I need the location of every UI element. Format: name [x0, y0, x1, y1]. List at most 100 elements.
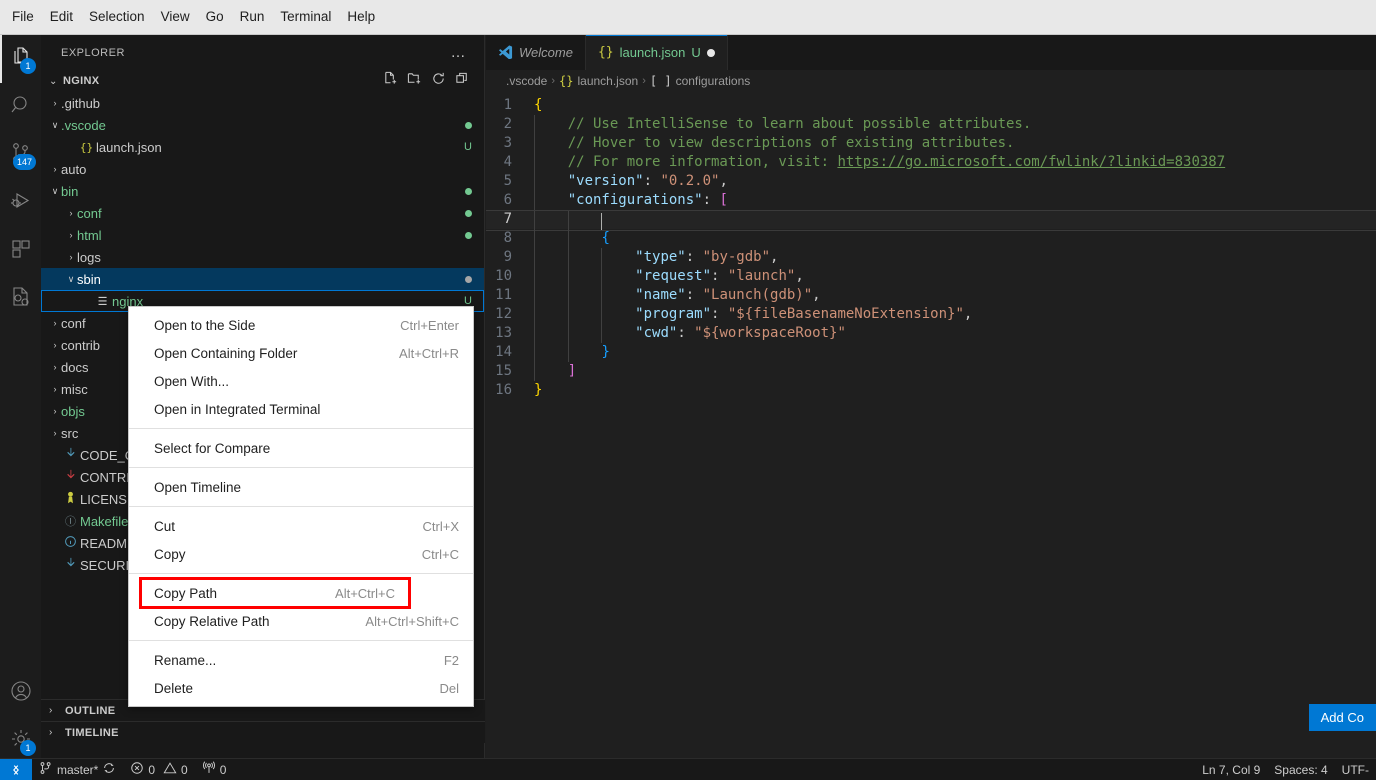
refresh-icon[interactable] [431, 71, 446, 91]
radio-tower-icon [202, 761, 216, 778]
tree-root-header[interactable]: ⌄ NGINX [41, 70, 484, 92]
tree-item--vscode[interactable]: ∨ .vscode [41, 114, 484, 136]
status-git-branch[interactable]: master* [32, 759, 123, 780]
status-cursor-position[interactable]: Ln 7, Col 9 [1195, 759, 1267, 780]
tree-item-git-badge: U [464, 141, 472, 153]
chevron-right-icon[interactable]: › [65, 208, 77, 218]
menu-bar: File Edit Selection View Go Run Terminal… [0, 0, 1376, 35]
breadcrumb-item-configurations[interactable]: configurations [676, 74, 751, 88]
context-menu-item-rename[interactable]: Rename... F2 [129, 646, 473, 674]
menu-run[interactable]: Run [232, 5, 273, 29]
code-line[interactable]: 4 // For more information, visit: https:… [486, 153, 1376, 172]
code-line[interactable]: 7 [486, 210, 1376, 231]
code-line[interactable]: 12 "program": "${fileBasenameNoExtension… [486, 305, 1376, 324]
status-problems[interactable]: 0 0 [123, 759, 194, 780]
context-menu-item-copy[interactable]: Copy Ctrl+C [129, 540, 473, 568]
breadcrumb-separator: › [551, 75, 556, 87]
breadcrumb: .vscode › {} launch.json › [ ] configura… [486, 70, 1376, 92]
remote-window-icon[interactable] [0, 758, 32, 780]
chevron-right-icon[interactable]: › [65, 230, 77, 240]
activitybar-item-accounts[interactable] [0, 669, 41, 717]
tab-welcome[interactable]: Welcome [486, 35, 586, 70]
code-line[interactable]: 9 "type": "by-gdb", [486, 248, 1376, 267]
context-menu-item-open-containing-folder[interactable]: Open Containing Folder Alt+Ctrl+R [129, 339, 473, 367]
chevron-right-icon[interactable]: › [49, 98, 61, 108]
tree-item-bin[interactable]: ∨ bin [41, 180, 484, 202]
markdown-icon [61, 557, 80, 573]
breadcrumb-item-vscode[interactable]: .vscode [506, 74, 547, 88]
menu-view[interactable]: View [153, 5, 198, 29]
tree-item-conf[interactable]: › conf [41, 202, 484, 224]
activitybar-item-source-control[interactable]: 147 [0, 131, 41, 179]
tree-item--github[interactable]: › .github [41, 92, 484, 114]
code-line[interactable]: 1{ [486, 96, 1376, 115]
activitybar-item-search[interactable] [0, 83, 41, 131]
chevron-right-icon[interactable]: › [49, 318, 61, 328]
code-line[interactable]: 11 "name": "Launch(gdb)", [486, 286, 1376, 305]
tab-launch-json[interactable]: {} launch.json U [585, 35, 728, 70]
menu-edit[interactable]: Edit [42, 5, 81, 29]
menu-go[interactable]: Go [198, 5, 232, 29]
code-token: "version" [567, 173, 644, 189]
context-menu-item-open-with[interactable]: Open With... [129, 367, 473, 395]
activitybar-item-explorer[interactable]: 1 [0, 35, 41, 83]
add-configuration-button[interactable]: Add Co [1308, 704, 1376, 731]
code-line[interactable]: 16} [486, 381, 1376, 400]
panel-timeline[interactable]: › TIMELINE [41, 721, 485, 743]
code-line[interactable]: 2 // Use IntelliSense to learn about pos… [486, 115, 1376, 134]
status-indentation[interactable]: Spaces: 4 [1267, 759, 1334, 780]
chevron-down-icon[interactable]: ∨ [49, 186, 61, 197]
chevron-right-icon[interactable]: › [49, 384, 61, 394]
activitybar-item-extensions[interactable] [0, 227, 41, 275]
context-menu-item-delete[interactable]: Delete Del [129, 674, 473, 702]
chevron-right-icon[interactable]: › [49, 406, 61, 416]
sidebar-more-icon[interactable]: … [451, 44, 477, 61]
context-menu-item-open-in-integrated-terminal[interactable]: Open in Integrated Terminal [129, 395, 473, 423]
chevron-right-icon[interactable]: › [49, 164, 61, 174]
code-line[interactable]: 10 "request": "launch", [486, 267, 1376, 286]
context-menu-item-select-for-compare[interactable]: Select for Compare [129, 434, 473, 462]
new-folder-icon[interactable] [407, 71, 422, 91]
indent-guide [534, 286, 535, 305]
context-menu-item-label: Copy Path [154, 585, 218, 601]
code-line[interactable]: 3 // Hover to view descriptions of exist… [486, 134, 1376, 153]
tree-item-logs[interactable]: › logs [41, 246, 484, 268]
code-line[interactable]: 13 "cwd": "${workspaceRoot}" [486, 324, 1376, 343]
context-menu-item-copy-relative-path[interactable]: Copy Relative Path Alt+Ctrl+Shift+C [129, 607, 473, 635]
context-menu-item-open-to-the-side[interactable]: Open to the Side Ctrl+Enter [129, 311, 473, 339]
context-menu-item-copy-path[interactable]: Copy Path Alt+Ctrl+C [139, 577, 411, 609]
activitybar-item-cpp-config[interactable] [0, 275, 41, 323]
breadcrumb-item-launch-json[interactable]: launch.json [577, 74, 638, 88]
chevron-down-icon[interactable]: ∨ [49, 120, 61, 131]
menu-file[interactable]: File [4, 5, 42, 29]
chevron-down-icon[interactable]: ∨ [65, 274, 77, 285]
menu-terminal[interactable]: Terminal [272, 5, 339, 29]
code-content[interactable]: 1{2 // Use IntelliSense to learn about p… [486, 92, 1376, 400]
chevron-right-icon[interactable]: › [49, 362, 61, 372]
collapse-all-icon[interactable] [455, 71, 470, 91]
tree-item-html[interactable]: › html [41, 224, 484, 246]
status-encoding[interactable]: UTF- [1335, 759, 1376, 780]
code-line[interactable]: 5 "version": "0.2.0", [486, 172, 1376, 191]
tab-dirty-indicator[interactable] [706, 48, 715, 57]
code-line[interactable]: 8 { [486, 229, 1376, 248]
chevron-right-icon[interactable]: › [49, 340, 61, 350]
code-line[interactable]: 6 "configurations": [ [486, 191, 1376, 210]
chevron-right-icon[interactable]: › [65, 252, 77, 262]
context-menu-item-open-timeline[interactable]: Open Timeline [129, 473, 473, 501]
context-menu-item-cut[interactable]: Cut Ctrl+X [129, 512, 473, 540]
code-line[interactable]: 14 } [486, 343, 1376, 362]
tree-item-sbin[interactable]: ∨ sbin [41, 268, 484, 290]
code-token[interactable]: https://go.microsoft.com/fwlink/?linkid=… [837, 154, 1225, 170]
menu-help[interactable]: Help [339, 5, 383, 29]
chevron-right-icon[interactable]: › [49, 428, 61, 438]
activitybar-item-run-and-debug[interactable] [0, 179, 41, 227]
status-ports[interactable]: 0 [195, 759, 234, 780]
tree-item-auto[interactable]: › auto [41, 158, 484, 180]
new-file-icon[interactable] [383, 71, 398, 91]
code-line[interactable]: 15 ] [486, 362, 1376, 381]
code-line-text: "type": "by-gdb", [534, 248, 778, 267]
menu-selection[interactable]: Selection [81, 5, 153, 29]
tree-item-launch-json[interactable]: {} launch.json U [41, 136, 484, 158]
